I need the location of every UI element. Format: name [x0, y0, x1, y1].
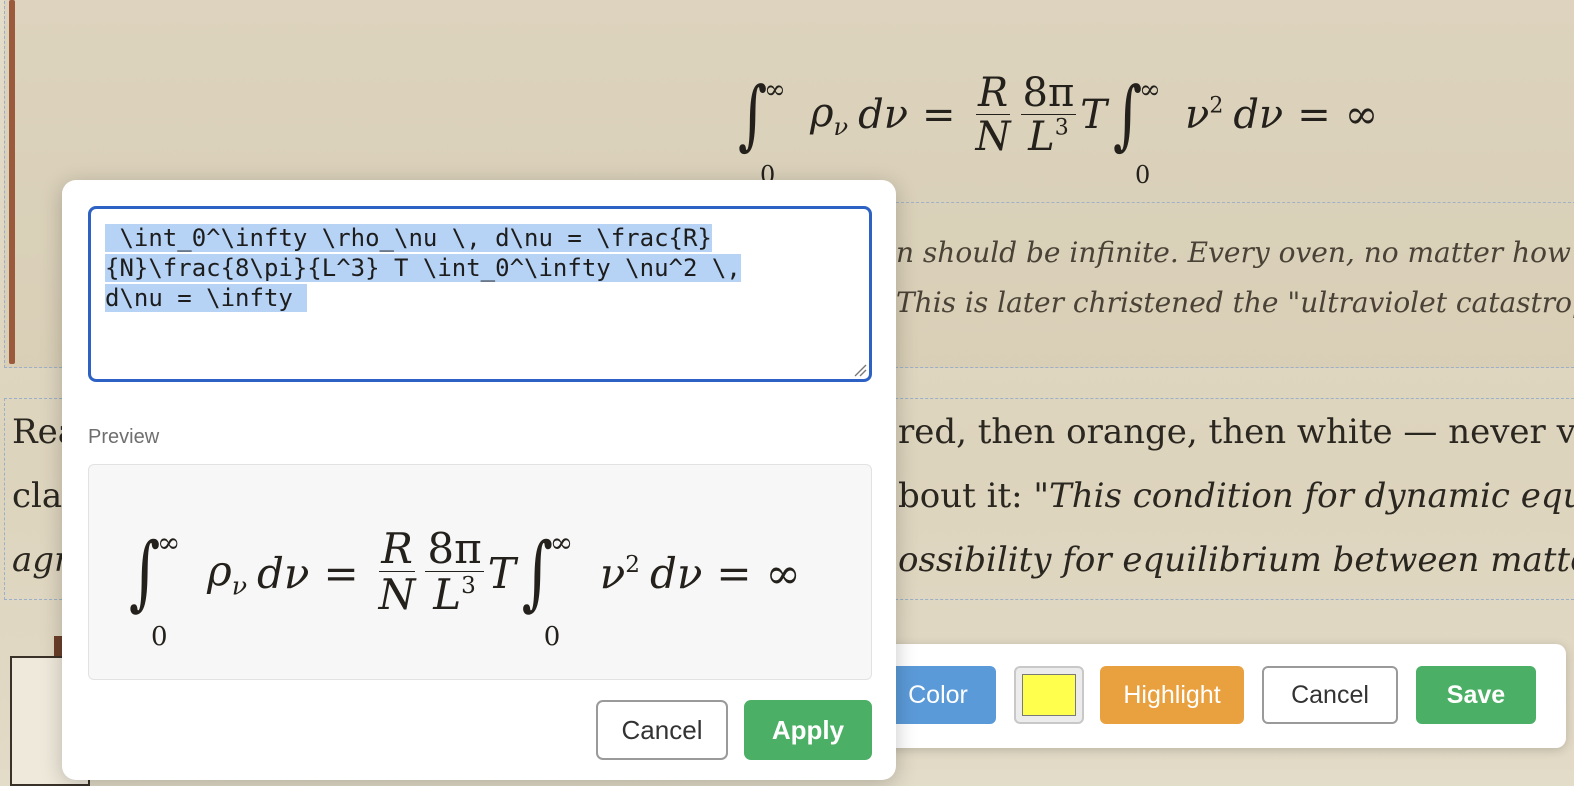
toolbar-cancel-button[interactable]: Cancel	[1262, 666, 1398, 724]
color-button[interactable]: Color	[880, 666, 996, 724]
quote-line: This is later christened the "ultraviole…	[896, 286, 1574, 319]
save-button[interactable]: Save	[1416, 666, 1536, 724]
dnu: dν	[257, 548, 310, 598]
color-swatch-fill	[1022, 674, 1076, 716]
dnu-2: dν	[1233, 92, 1284, 138]
preview-box: ∫ ∞ 0 ρν dν = RN 8π L3 T ∫ ∞ 0 ν2 dν = ∞	[88, 464, 872, 680]
equals-sign-2: =	[716, 548, 752, 598]
integral-sign-2: ∫ ∞ 0	[1112, 71, 1161, 189]
rho-symbol: ρν	[810, 89, 849, 141]
fraction-r-n: RN	[378, 524, 416, 620]
infinity-symbol: ∞	[1344, 92, 1379, 138]
equals-sign: =	[323, 548, 359, 598]
integral-sign-2: ∫ ∞ 0	[521, 525, 574, 652]
nu-squared: ν2	[599, 548, 640, 598]
preview-equation: ∫ ∞ 0 ρν dν = RN 8π L3 T ∫ ∞ 0 ν2 dν = ∞	[129, 513, 801, 652]
preview-label: Preview	[88, 426, 160, 448]
block-left-border	[9, 0, 15, 364]
quote-line: n should be infinite. Every oven, no mat…	[896, 236, 1574, 269]
fraction-8pi-l3: 8π L3	[425, 524, 484, 620]
rendered-equation[interactable]: ∫ ∞ 0 ρν dν = RN 8π L3 T ∫ ∞ 0 ν2 dν = ∞	[738, 60, 1379, 189]
fraction-r-n: RN	[975, 69, 1011, 160]
cancel-button[interactable]: Cancel	[596, 700, 728, 760]
highlight-button[interactable]: Highlight	[1100, 666, 1244, 724]
fraction-8pi-l3: 8π L3	[1020, 69, 1077, 160]
apply-button[interactable]: Apply	[744, 700, 872, 760]
resize-grip-icon[interactable]	[851, 361, 867, 377]
infinity-symbol: ∞	[765, 548, 801, 598]
latex-input[interactable]: \int_0^\infty \rho_\nu \, d\nu = \frac{R…	[88, 206, 872, 382]
temperature-symbol: T	[1080, 92, 1107, 138]
paragraph-text: bout it: "This condition for dynamic equ	[898, 476, 1574, 516]
blockquote[interactable]	[896, 202, 1574, 362]
dnu-2: dν	[649, 548, 703, 598]
equals-sign-2: =	[1297, 92, 1331, 138]
format-toolbar: Color Highlight Cancel Save	[880, 644, 1566, 748]
dnu: dν	[858, 92, 909, 138]
selected-text: \int_0^\infty \rho_\nu \, d\nu = \frac{R…	[105, 224, 741, 312]
nu-squared: ν2	[1184, 92, 1224, 138]
paragraph-text: red, then orange, then white — never vio	[898, 412, 1574, 452]
color-swatch[interactable]	[1014, 666, 1084, 724]
equals-sign: =	[922, 92, 956, 138]
latex-editor-dialog: \int_0^\infty \rho_\nu \, d\nu = \frac{R…	[62, 180, 896, 780]
integral-sign: ∫ ∞ 0	[129, 525, 181, 652]
paragraph-text: ossibility for equilibrium between matte	[898, 540, 1574, 580]
integral-sign: ∫ ∞ 0	[738, 71, 786, 189]
rho-symbol: ρν	[207, 545, 248, 601]
temperature-symbol: T	[487, 548, 516, 598]
